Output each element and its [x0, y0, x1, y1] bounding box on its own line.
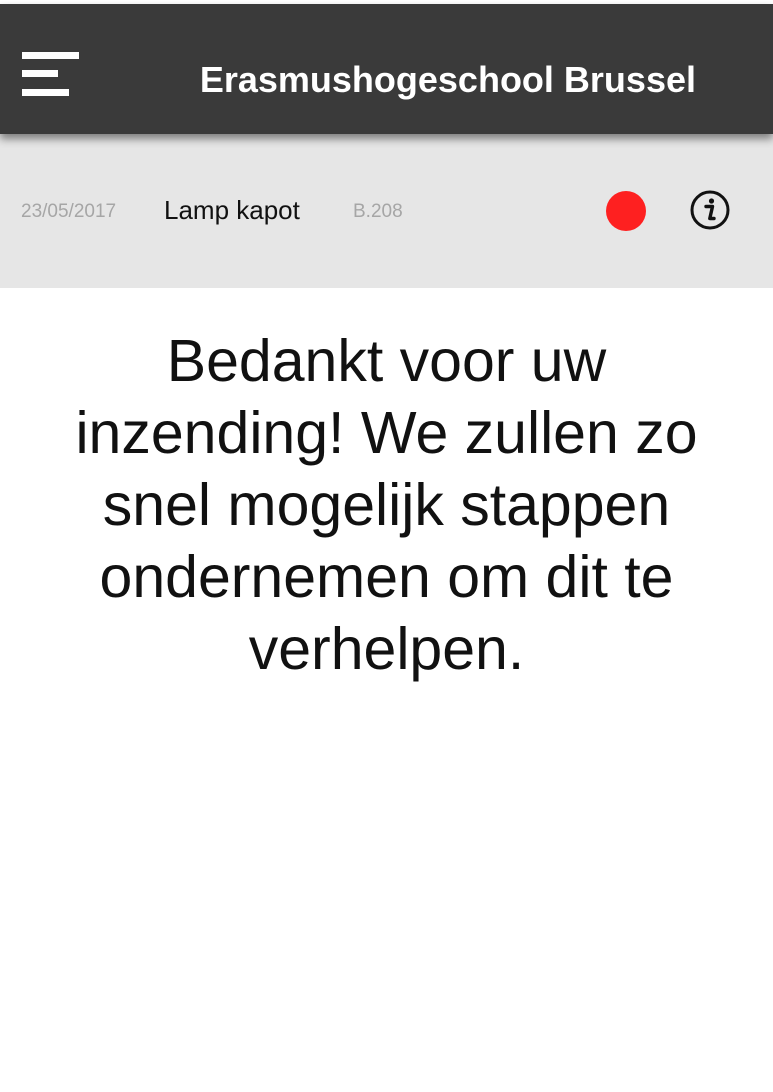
menu-line — [22, 89, 69, 96]
report-date: 23/05/2017 — [21, 201, 117, 222]
hamburger-menu-icon[interactable] — [22, 52, 80, 96]
app-header: Erasmushogeschool Brussel — [0, 4, 773, 134]
info-icon[interactable] — [689, 189, 731, 231]
status-dot-icon — [606, 191, 646, 231]
report-summary-row: 23/05/2017 Lamp kapot B.208 — [0, 134, 773, 288]
menu-line — [22, 70, 58, 77]
report-room: B.208 — [353, 201, 403, 222]
app-title: Erasmushogeschool Brussel — [199, 59, 696, 100]
menu-line — [22, 52, 79, 59]
confirmation-message: Bedankt voor uw inzending! We zullen zo … — [75, 328, 698, 682]
report-title: Lamp kapot — [164, 195, 300, 225]
info-icon-graphic — [690, 190, 730, 230]
